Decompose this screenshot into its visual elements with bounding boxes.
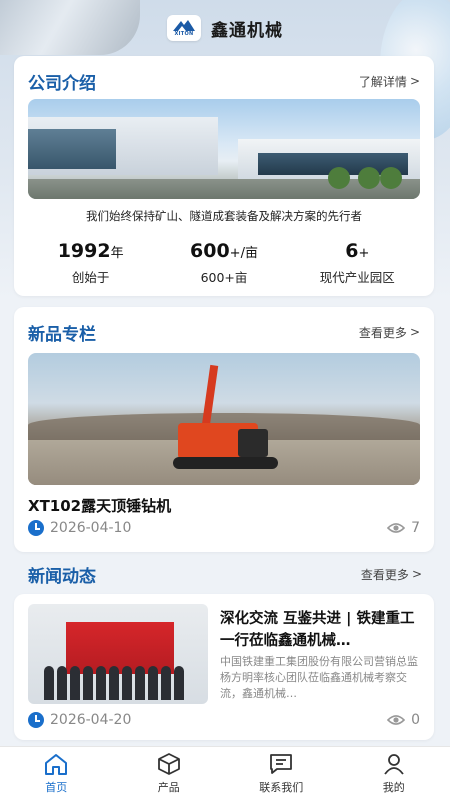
product-name: XT102露天顶锤钻机 xyxy=(28,497,172,515)
section-title: 新品专栏 xyxy=(28,324,96,345)
learn-more-link[interactable]: 了解详情 > xyxy=(359,73,420,90)
chevron-right-icon: > xyxy=(409,325,420,339)
chevron-right-icon: > xyxy=(411,567,422,581)
tab-products[interactable]: 产品 xyxy=(113,747,226,800)
app-title: 鑫通机械 xyxy=(211,20,283,41)
news-header: 新闻动态 查看更多 > xyxy=(28,562,422,587)
new-products-card[interactable]: 新品专栏 查看更多 > XT102露天顶锤钻机 2026-04-10 7 xyxy=(14,307,434,552)
stat-area: 600+/亩 600+亩 xyxy=(190,240,258,285)
app-header: XITON 鑫通机械 xyxy=(0,12,450,44)
company-building-photo xyxy=(28,99,420,199)
product-meta: 2026-04-10 7 xyxy=(28,520,420,536)
product-views: 7 xyxy=(411,520,420,536)
section-title: 新闻动态 xyxy=(28,566,96,587)
company-slogan: 我们始终保持矿山、隧道成套装备及解决方案的先行者 xyxy=(86,209,362,223)
user-icon xyxy=(384,754,404,775)
company-intro-header: 公司介绍 了解详情 > xyxy=(28,68,420,94)
message-icon xyxy=(270,754,293,774)
section-title: 公司介绍 xyxy=(28,73,96,94)
bottom-tab-bar: 首页 产品 联系我们 我的 xyxy=(0,746,450,800)
stat-parks: 6+ 现代产业园区 xyxy=(319,240,395,285)
news-card[interactable]: 深化交流 互鉴共进 | 铁建重工一行莅临鑫通机械… 中国铁建重工集团股份有限公司… xyxy=(14,594,434,740)
company-intro-card: 公司介绍 了解详情 > 我们始终保持矿山、隧道成套装备及解决方案的先行者 1992… xyxy=(14,56,434,296)
news-description: 中国铁建重工集团股份有限公司营销总监杨方明率核心团队莅临鑫通机械考察交流，鑫通机… xyxy=(220,655,418,700)
news-views: 0 xyxy=(411,712,420,728)
cube-icon xyxy=(157,753,180,775)
stat-founded: 1992年 创始于 xyxy=(57,240,124,285)
news-photo[interactable] xyxy=(28,604,208,704)
chevron-right-icon: > xyxy=(409,74,420,88)
brand-logo: XITON xyxy=(167,15,201,41)
product-date: 2026-04-10 xyxy=(50,520,132,536)
tab-contact[interactable]: 联系我们 xyxy=(225,747,338,800)
clock-icon xyxy=(28,712,44,728)
view-more-news-link[interactable]: 查看更多 > xyxy=(361,566,422,583)
news-title: 深化交流 互鉴共进 | 铁建重工一行莅临鑫通机械… xyxy=(220,611,415,649)
tab-home[interactable]: 首页 xyxy=(0,747,113,800)
product-photo[interactable] xyxy=(28,353,420,485)
view-more-products-link[interactable]: 查看更多 > xyxy=(359,324,420,341)
eye-icon xyxy=(387,523,406,533)
company-stats: 1992年 创始于 600+/亩 600+亩 6+ 现代产业园区 xyxy=(14,240,434,286)
eye-icon xyxy=(387,715,406,725)
tab-profile[interactable]: 我的 xyxy=(338,747,450,800)
news-meta: 2026-04-20 0 xyxy=(28,712,420,728)
new-products-header: 新品专栏 查看更多 > xyxy=(28,319,420,345)
home-icon xyxy=(45,754,68,775)
news-date: 2026-04-20 xyxy=(50,712,132,728)
clock-icon xyxy=(28,520,44,536)
